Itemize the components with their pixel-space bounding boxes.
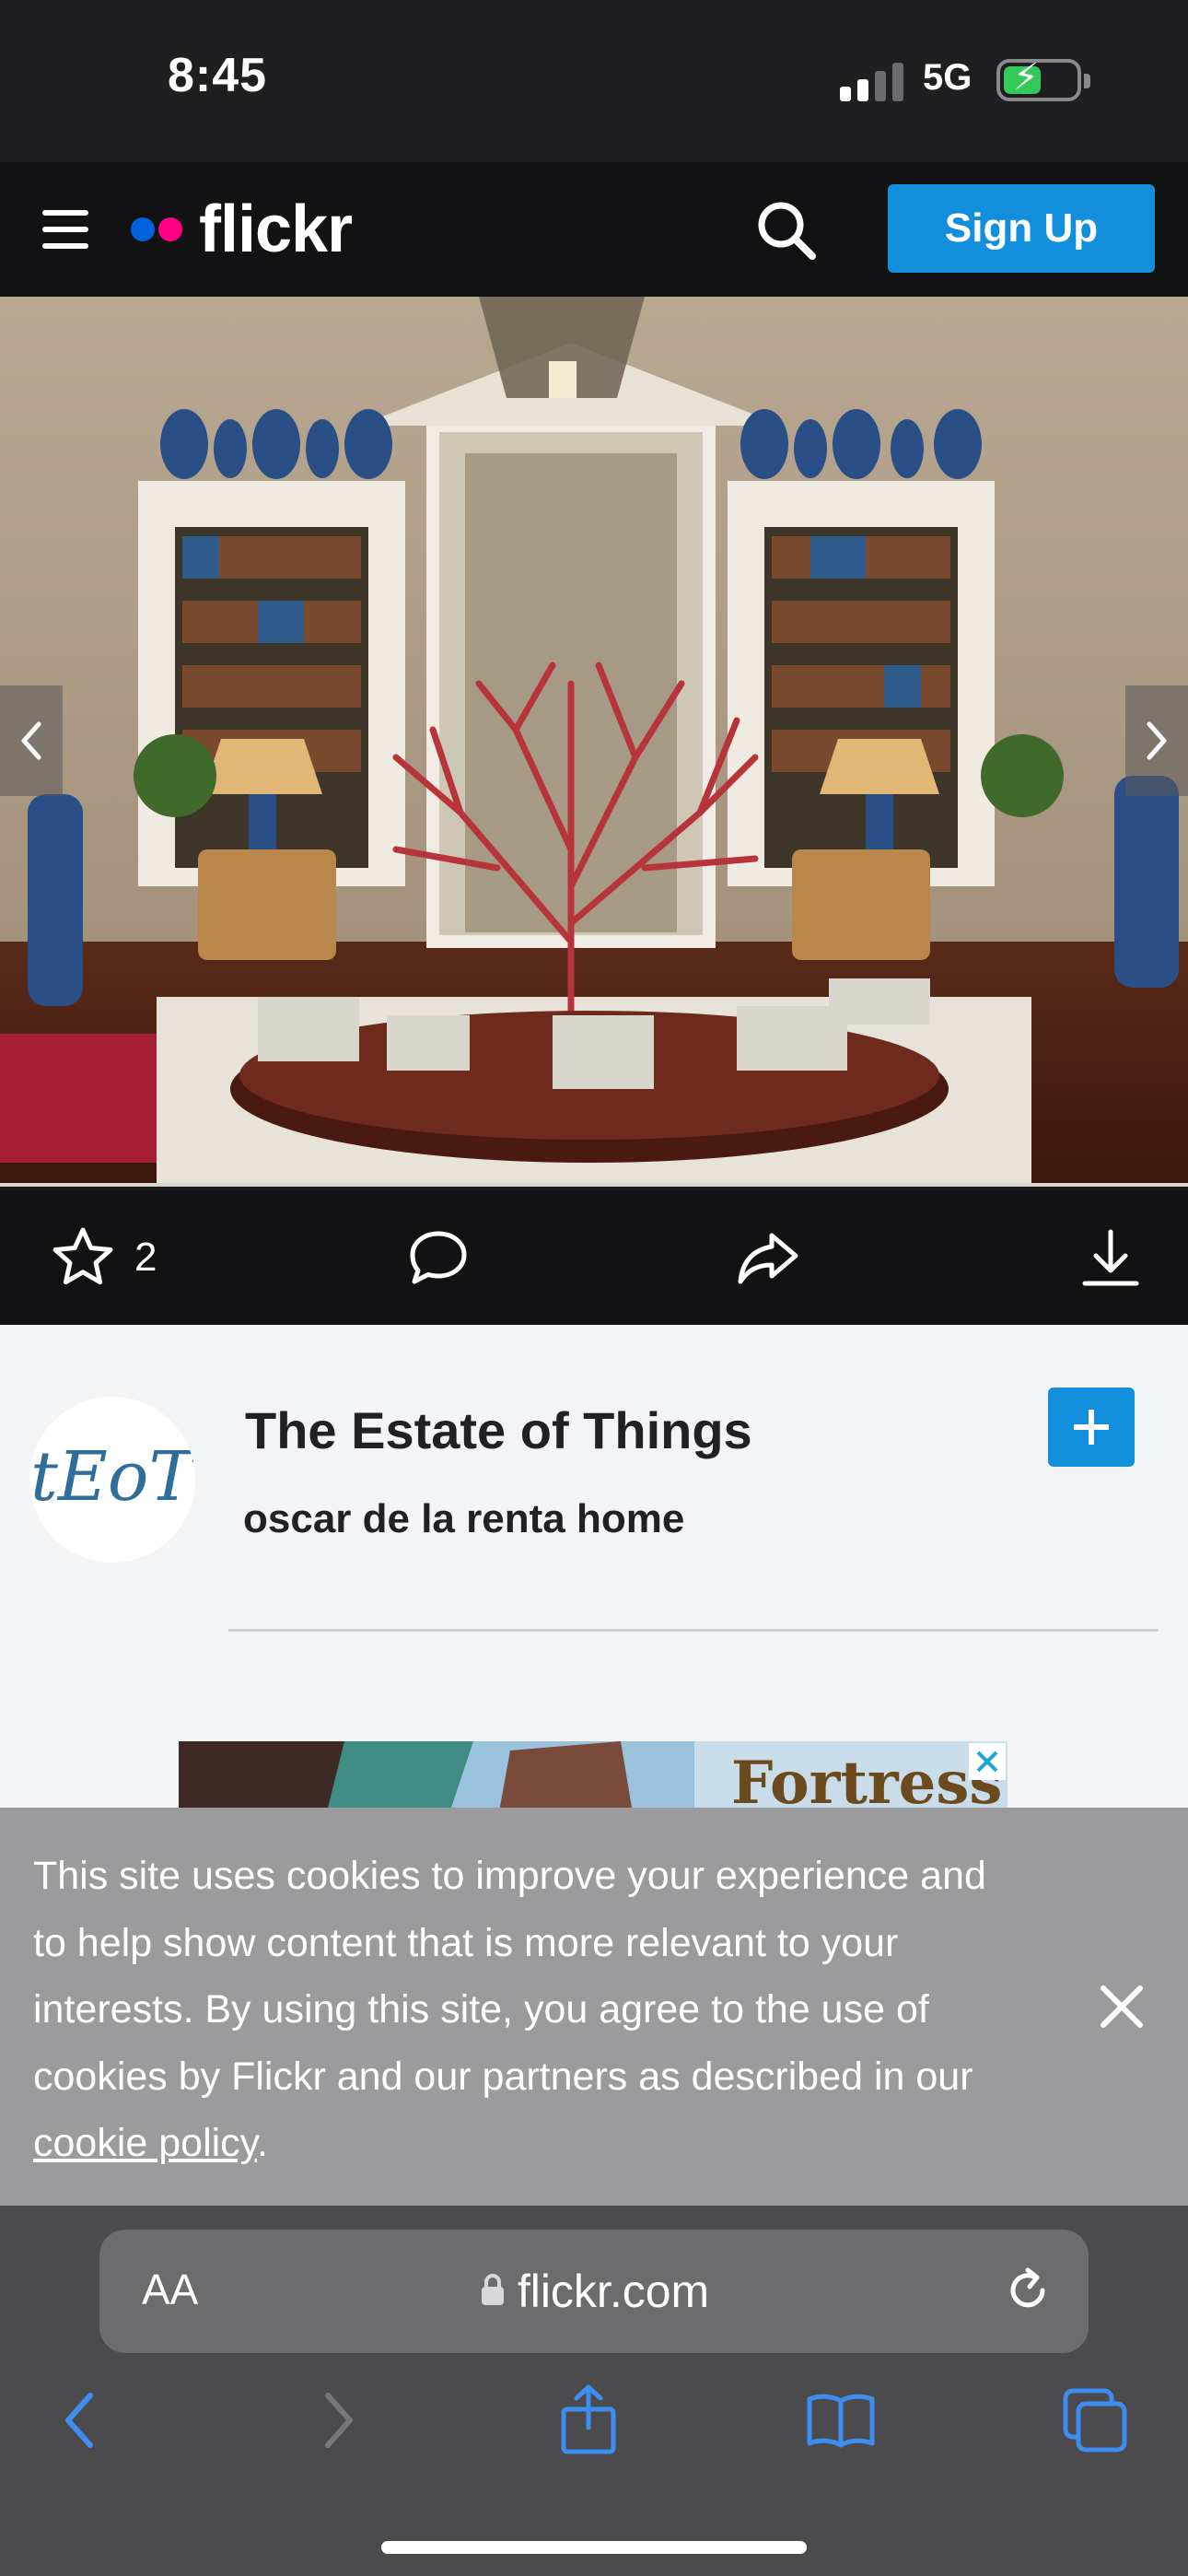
advertisement-banner[interactable]: Fortress <box>179 1741 1007 1808</box>
site-header: flickr Sign Up <box>0 162 1188 297</box>
favorite-button[interactable]: 2 <box>50 1225 157 1290</box>
logo-dot-pink <box>158 217 182 241</box>
share-button[interactable] <box>735 1225 801 1290</box>
close-icon <box>976 1751 998 1773</box>
cookie-banner: This site uses cookies to improve your e… <box>0 1808 1188 2206</box>
browser-toolbar: AA flickr.com <box>0 2206 1188 2576</box>
share-icon <box>738 1233 798 1284</box>
share-icon <box>561 2384 616 2454</box>
back-icon <box>65 2393 93 2448</box>
bookmarks-button[interactable] <box>799 2379 882 2462</box>
photo-title: oscar de la renta home <box>243 1496 685 1541</box>
home-indicator[interactable] <box>381 2541 807 2554</box>
forward-icon <box>325 2393 353 2448</box>
owner-avatar[interactable]: tEoT <box>29 1397 195 1563</box>
status-time: 8:45 <box>168 49 268 102</box>
forward-button[interactable] <box>297 2379 379 2462</box>
main-photo[interactable] <box>0 297 1188 1187</box>
tabs-icon <box>1063 2388 1127 2453</box>
close-icon <box>1101 1985 1143 2028</box>
url-text: flickr.com <box>517 2266 710 2317</box>
reload-icon <box>1010 2267 1045 2308</box>
search-icon[interactable] <box>753 197 820 263</box>
share-page-button[interactable] <box>547 2379 630 2462</box>
flickr-logo[interactable]: flickr <box>131 188 353 271</box>
battery-charging-icon: ⚡ <box>996 59 1090 101</box>
star-icon <box>52 1227 113 1285</box>
reload-button[interactable] <box>1000 2263 1055 2318</box>
bookmarks-icon <box>807 2394 875 2448</box>
url-display[interactable]: flickr.com <box>99 2265 1089 2318</box>
photo-action-bar: 2 <box>0 1190 1188 1325</box>
status-bar: 8:45 5G ⚡ <box>0 0 1188 162</box>
lock-icon <box>481 2274 504 2305</box>
comment-button[interactable] <box>405 1225 472 1290</box>
cookie-policy-link[interactable]: cookie policy <box>33 2121 257 2165</box>
divider <box>228 1629 1159 1632</box>
download-icon <box>1082 1229 1139 1286</box>
menu-icon[interactable] <box>42 210 88 249</box>
svg-text:tEoT: tEoT <box>30 1437 195 1516</box>
logo-dot-blue <box>131 217 155 241</box>
favorites-count: 2 <box>134 1235 157 1280</box>
follow-button[interactable] <box>1048 1388 1135 1467</box>
owner-name[interactable]: The Estate of Things <box>245 1400 752 1460</box>
previous-photo-button[interactable] <box>0 685 63 796</box>
cookie-message-end: . <box>257 2121 268 2165</box>
comment-icon <box>410 1231 467 1284</box>
cookie-message: This site uses cookies to improve your e… <box>33 1843 1028 2177</box>
chevron-right-icon <box>1147 721 1167 760</box>
avatar-monogram-logo: tEoT <box>30 1399 195 1561</box>
interior-photo-illustration <box>0 297 1188 1183</box>
back-button[interactable] <box>39 2379 122 2462</box>
tabs-button[interactable] <box>1054 2379 1136 2462</box>
signal-icon <box>840 61 904 101</box>
cookie-close-button[interactable] <box>1096 1981 1147 2037</box>
logo-wordmark: flickr <box>199 193 353 266</box>
download-button[interactable] <box>1077 1225 1144 1290</box>
address-bar[interactable]: AA flickr.com <box>99 2230 1089 2353</box>
ad-close-button[interactable] <box>969 1743 1006 1780</box>
network-type: 5G <box>923 57 973 98</box>
photo-details: tEoT The Estate of Things oscar de la re… <box>0 1325 1188 1808</box>
cookie-message-text: This site uses cookies to improve your e… <box>33 1854 986 2099</box>
next-photo-button[interactable] <box>1125 685 1188 796</box>
chevron-left-icon <box>21 721 41 760</box>
sign-up-button[interactable]: Sign Up <box>888 184 1155 273</box>
plus-icon <box>1074 1410 1109 1445</box>
ad-headline: Fortress <box>731 1749 1003 1808</box>
